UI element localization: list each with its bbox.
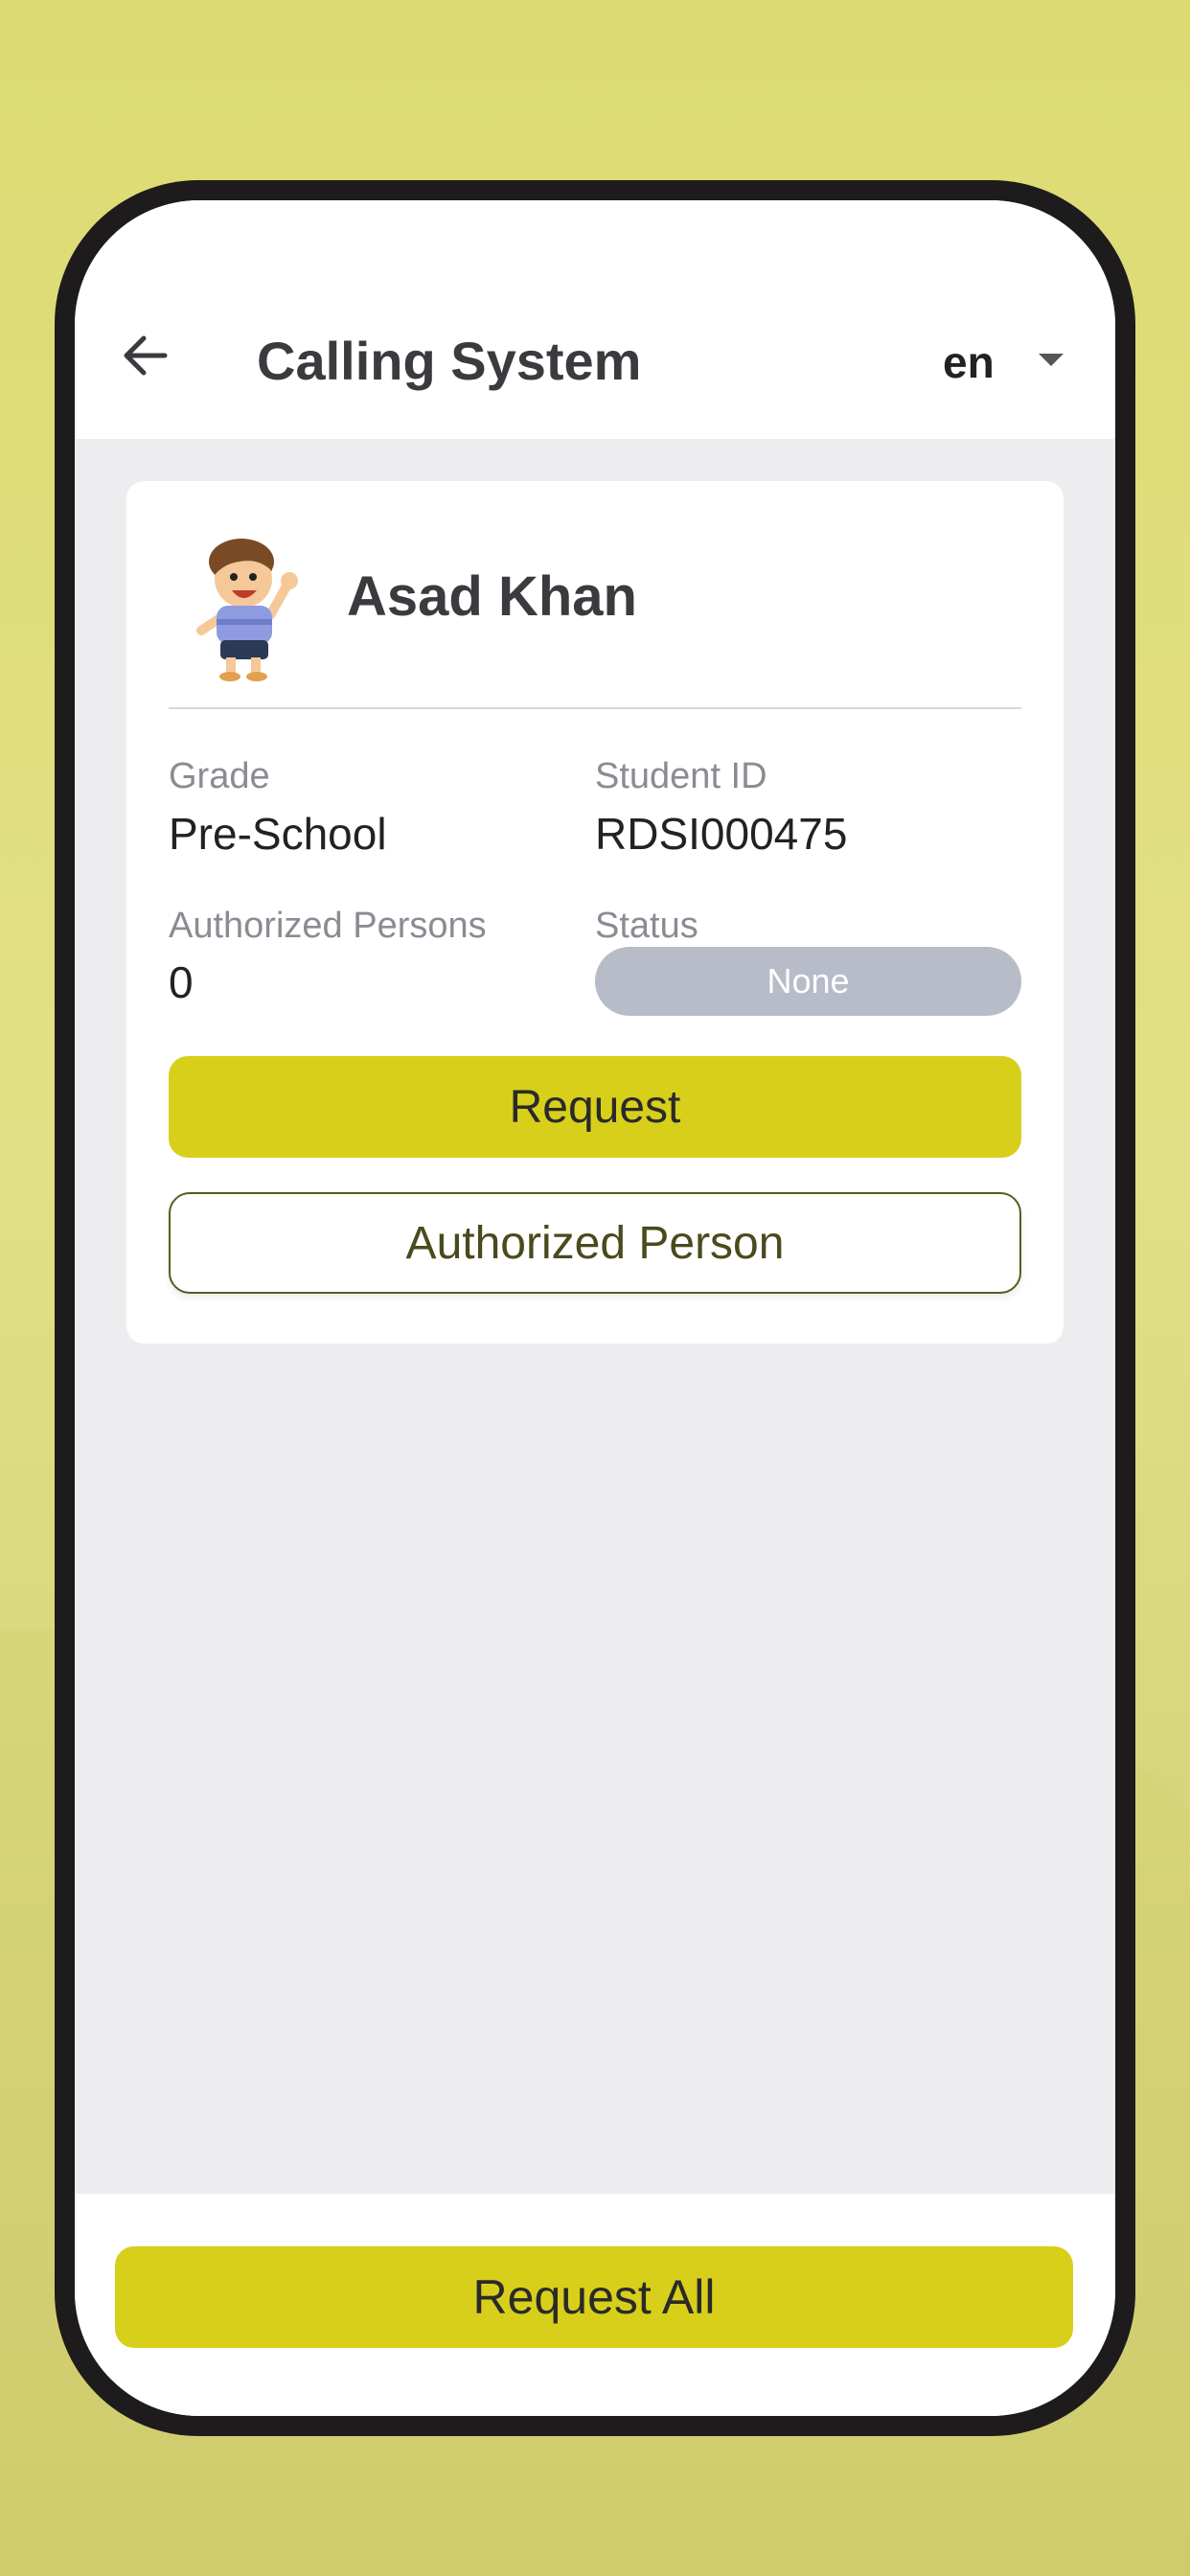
phone-screen: Calling System en Asad Khan Grade Pre-Sc… — [75, 200, 1115, 2416]
app-header: Calling System en — [75, 200, 1115, 439]
student-name: Asad Khan — [347, 565, 637, 628]
status-badge: None — [595, 947, 1021, 1016]
authorized-persons-value: 0 — [169, 957, 194, 1007]
request-all-button[interactable]: Request All — [115, 2246, 1073, 2348]
back-arrow-icon[interactable] — [119, 329, 172, 382]
student-id-value: RDSI000475 — [595, 809, 848, 859]
divider — [169, 707, 1021, 709]
request-button[interactable]: Request — [169, 1056, 1021, 1158]
student-id-label: Student ID — [595, 756, 767, 796]
language-dropdown[interactable]: en — [943, 340, 1087, 394]
authorized-person-button[interactable]: Authorized Person — [169, 1192, 1021, 1294]
grade-label: Grade — [169, 756, 270, 796]
language-label: en — [943, 337, 995, 387]
student-card: Asad Khan Grade Pre-School Student ID RD… — [126, 481, 1064, 1344]
grade-value: Pre-School — [169, 809, 387, 859]
student-avatar — [192, 523, 307, 686]
caret-down-icon — [1039, 354, 1064, 366]
authorized-persons-label: Authorized Persons — [169, 906, 487, 946]
status-label: Status — [595, 906, 698, 946]
page-title: Calling System — [257, 331, 642, 391]
